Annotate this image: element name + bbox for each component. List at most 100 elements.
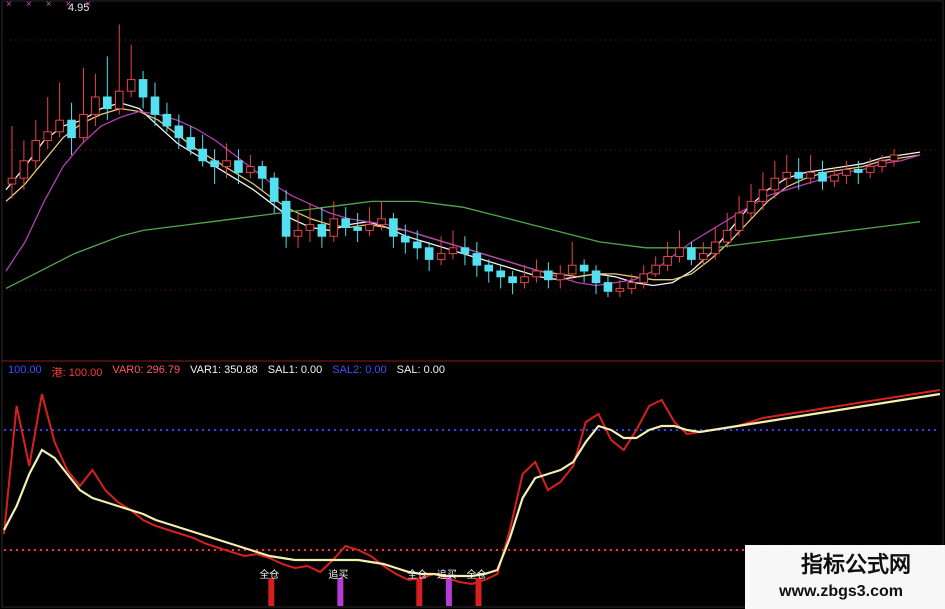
indicator-legend: 100.00 港: 100.00 VAR0: 296.79 VAR1: 350.… [8, 364, 445, 379]
candle-body-63 [758, 189, 768, 202]
candle-body-49 [591, 270, 601, 284]
candle-body-24 [293, 229, 303, 237]
candle-body-18 [222, 160, 231, 168]
legend-value-6: SAL2: 0.00 [332, 364, 387, 376]
candle-body-0 [7, 177, 17, 185]
candle-body-20 [246, 166, 255, 173]
candle-body-48 [579, 264, 589, 272]
candle-body-15 [186, 137, 196, 150]
candle-body-12 [150, 96, 160, 115]
candle-body-62 [746, 200, 756, 214]
candle-body-55 [663, 256, 672, 266]
candle-body-39 [472, 253, 482, 266]
signal-label-2: 全仓 [407, 568, 427, 581]
candle-body-56 [675, 247, 684, 258]
candle-body-21 [257, 166, 267, 179]
candle-body-66 [794, 171, 803, 179]
signal-label-0: 全仓 [259, 568, 279, 581]
candle-body-53 [639, 273, 649, 284]
signal-label-1: 追买 [328, 568, 348, 581]
ma-line-2 [5, 110, 921, 287]
candle-body-11 [138, 79, 148, 98]
candle-body-23 [281, 200, 291, 237]
candle-body-44 [532, 270, 541, 278]
candle-body-52 [627, 282, 637, 289]
candle-body-59 [710, 241, 720, 255]
candle-body-54 [651, 264, 660, 275]
candle-body-1 [19, 160, 29, 179]
candle-body-64 [770, 177, 780, 191]
candle-body-9 [114, 90, 124, 110]
candle-body-60 [722, 229, 732, 243]
candle-body-35 [424, 247, 434, 260]
candle-body-29 [353, 227, 362, 231]
candle-body-71 [853, 169, 863, 173]
candle-body-25 [305, 224, 315, 231]
signal-label-3: 追买 [437, 568, 457, 581]
candle-body-30 [365, 224, 374, 231]
stock-chart-canvas: 全仓 追买 全仓 追买 全仓 [1, 0, 944, 608]
candle-body-36 [436, 253, 446, 260]
candle-body-72 [865, 166, 875, 173]
candle-body-38 [460, 247, 470, 255]
watermark-title: 指标公式网 [800, 553, 911, 578]
ma-line-0 [5, 102, 921, 287]
candle-body-58 [699, 253, 708, 260]
candle-body-69 [830, 174, 839, 182]
watermark: 指标公式网 www.zbgs3.com [745, 545, 945, 609]
candle-body-3 [43, 131, 53, 142]
candle-body-50 [603, 282, 613, 292]
candle-body-74 [889, 154, 899, 162]
candle-body-42 [508, 276, 517, 284]
candle-body-73 [877, 160, 887, 168]
candle-body-70 [842, 169, 851, 176]
legend-value-2: 港: 100.00 [51, 367, 103, 379]
candle-body-51 [615, 287, 625, 292]
candle-body-7 [91, 96, 100, 115]
candle-body-68 [818, 171, 827, 182]
candle-body-4 [55, 119, 64, 133]
candle-body-17 [210, 160, 219, 168]
candle-body-57 [687, 247, 696, 260]
legend-value-5: SAL1: 0.00 [267, 364, 323, 376]
candle-body-8 [103, 96, 112, 110]
candle-body-46 [555, 273, 565, 281]
candle-body-47 [567, 264, 577, 275]
candle-body-22 [269, 177, 279, 202]
legend-value-4: VAR1: 350.88 [190, 364, 258, 376]
ma-line-3 [5, 200, 921, 289]
legend-value-3: VAR0: 296.79 [112, 364, 181, 376]
candle-body-33 [401, 235, 410, 243]
watermark-url: www.zbgs3.com [779, 583, 903, 600]
candle-body-43 [520, 276, 529, 284]
candle-body-67 [806, 171, 815, 179]
candle-body-37 [448, 247, 458, 255]
signal-bar-0 [268, 578, 275, 606]
candle-body-27 [329, 218, 339, 237]
candle-body-41 [496, 270, 505, 278]
legend-value-1: 100.00 [8, 364, 42, 376]
candle-body-10 [126, 79, 136, 92]
candle-body-28 [341, 218, 351, 229]
candle-body-6 [79, 113, 88, 139]
signal-bar-4 [475, 578, 482, 606]
candle-body-26 [317, 224, 327, 237]
candle-body-61 [734, 212, 744, 231]
candle-body-2 [31, 140, 41, 162]
signal-bar-2 [416, 578, 423, 606]
candle-body-19 [234, 160, 243, 173]
candle-body-31 [377, 218, 386, 226]
candle-body-16 [198, 148, 207, 162]
candle-body-40 [484, 264, 494, 272]
signal-label-4: 全仓 [467, 568, 487, 581]
candle-body-32 [389, 218, 398, 237]
candle-body-13 [162, 113, 172, 127]
candle-body-65 [782, 171, 792, 179]
legend-value-7: SAL: 0.00 [396, 364, 445, 376]
candle-body-34 [412, 241, 422, 249]
candle-body-45 [544, 270, 553, 281]
signal-bar-3 [445, 578, 452, 606]
candle-body-14 [174, 125, 184, 139]
candle-body-5 [67, 119, 76, 139]
signal-bar-1 [337, 578, 344, 606]
